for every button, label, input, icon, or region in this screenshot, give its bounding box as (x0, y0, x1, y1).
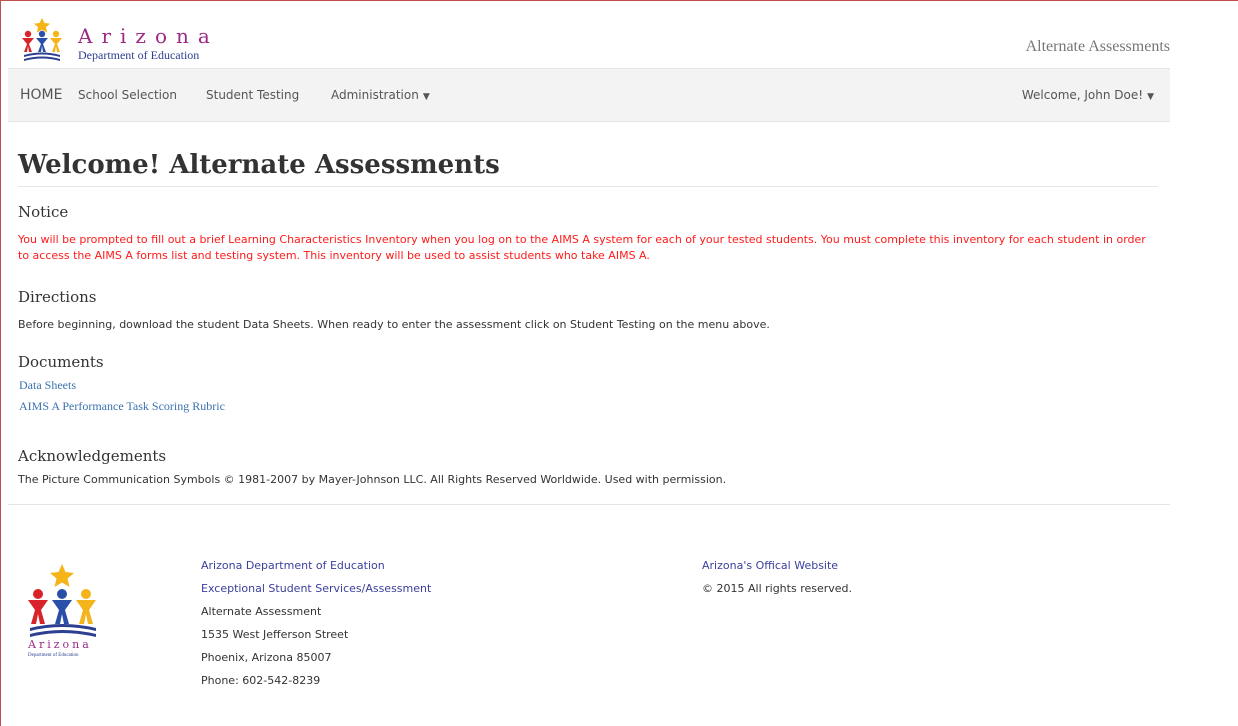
footer-street: 1535 West Jefferson Street (201, 628, 349, 641)
title-divider (18, 186, 1158, 187)
footer-logo-sub: Department of Education (28, 653, 79, 658)
top-bar: Arizona Department of Education Alternat… (8, 8, 1170, 68)
window-border-top (0, 0, 1238, 1)
acknowledgements-heading: Acknowledgements (18, 447, 167, 465)
nav-administration-label: Administration (331, 88, 419, 102)
nav-school-selection[interactable]: School Selection (78, 69, 177, 121)
notice-text: You will be prompted to fill out a brief… (18, 233, 1146, 262)
data-sheets-link[interactable]: Data Sheets (19, 378, 76, 393)
footer-right-column: Arizona's Offical Website © 2015 All rig… (702, 554, 852, 600)
user-menu-dropdown[interactable]: Welcome, John Doe! ▼ (1022, 69, 1154, 121)
ade-figures-icon (22, 18, 62, 61)
scoring-rubric-link[interactable]: AIMS A Performance Task Scoring Rubric (19, 399, 225, 414)
footer-logo-word: Arizona (27, 638, 92, 651)
footer-ess-link[interactable]: Exceptional Student Services/Assessment (201, 577, 431, 600)
directions-text: Before beginning, download the student D… (18, 318, 770, 331)
ade-footer-figures-icon: Arizona Department of Education (27, 564, 96, 658)
app-title: Alternate Assessments (1025, 38, 1170, 55)
footer-program-name: Alternate Assessment (201, 605, 322, 618)
footer-copyright: © 2015 All rights reserved. (702, 582, 853, 595)
documents-heading: Documents (18, 353, 104, 371)
footer-ade-link[interactable]: Arizona Department of Education (201, 554, 431, 577)
page-title: Welcome! Alternate Assessments (18, 150, 500, 180)
user-menu-label: Welcome, John Doe! (1021, 88, 1144, 102)
ade-logo[interactable]: Arizona Department of Education (20, 18, 240, 64)
footer-divider (8, 504, 1170, 505)
official-website-link[interactable]: Arizona's Offical Website (702, 554, 852, 577)
nav-administration-dropdown[interactable]: Administration ▼ (331, 69, 430, 121)
footer-city: Phoenix, Arizona 85007 (201, 651, 332, 664)
nav-student-testing[interactable]: Student Testing (206, 69, 299, 121)
logo-wordmark: Arizona (78, 24, 219, 48)
footer-address-column: Arizona Department of Education Exceptio… (201, 554, 431, 692)
logo-subtitle: Department of Education (78, 48, 200, 62)
caret-down-icon: ▼ (1147, 92, 1154, 102)
window-border-left (0, 0, 1, 726)
directions-heading: Directions (18, 288, 97, 306)
footer-phone: Phone: 602-542-8239 (201, 674, 321, 687)
caret-down-icon: ▼ (422, 92, 430, 102)
notice-heading: Notice (18, 203, 69, 221)
footer-logo: Arizona Department of Education (24, 562, 124, 662)
nav-home-link[interactable]: HOME (20, 69, 62, 121)
main-navbar: HOME School Selection Student Testing Ad… (8, 68, 1170, 122)
acknowledgements-text: The Picture Communication Symbols © 1981… (18, 473, 727, 486)
